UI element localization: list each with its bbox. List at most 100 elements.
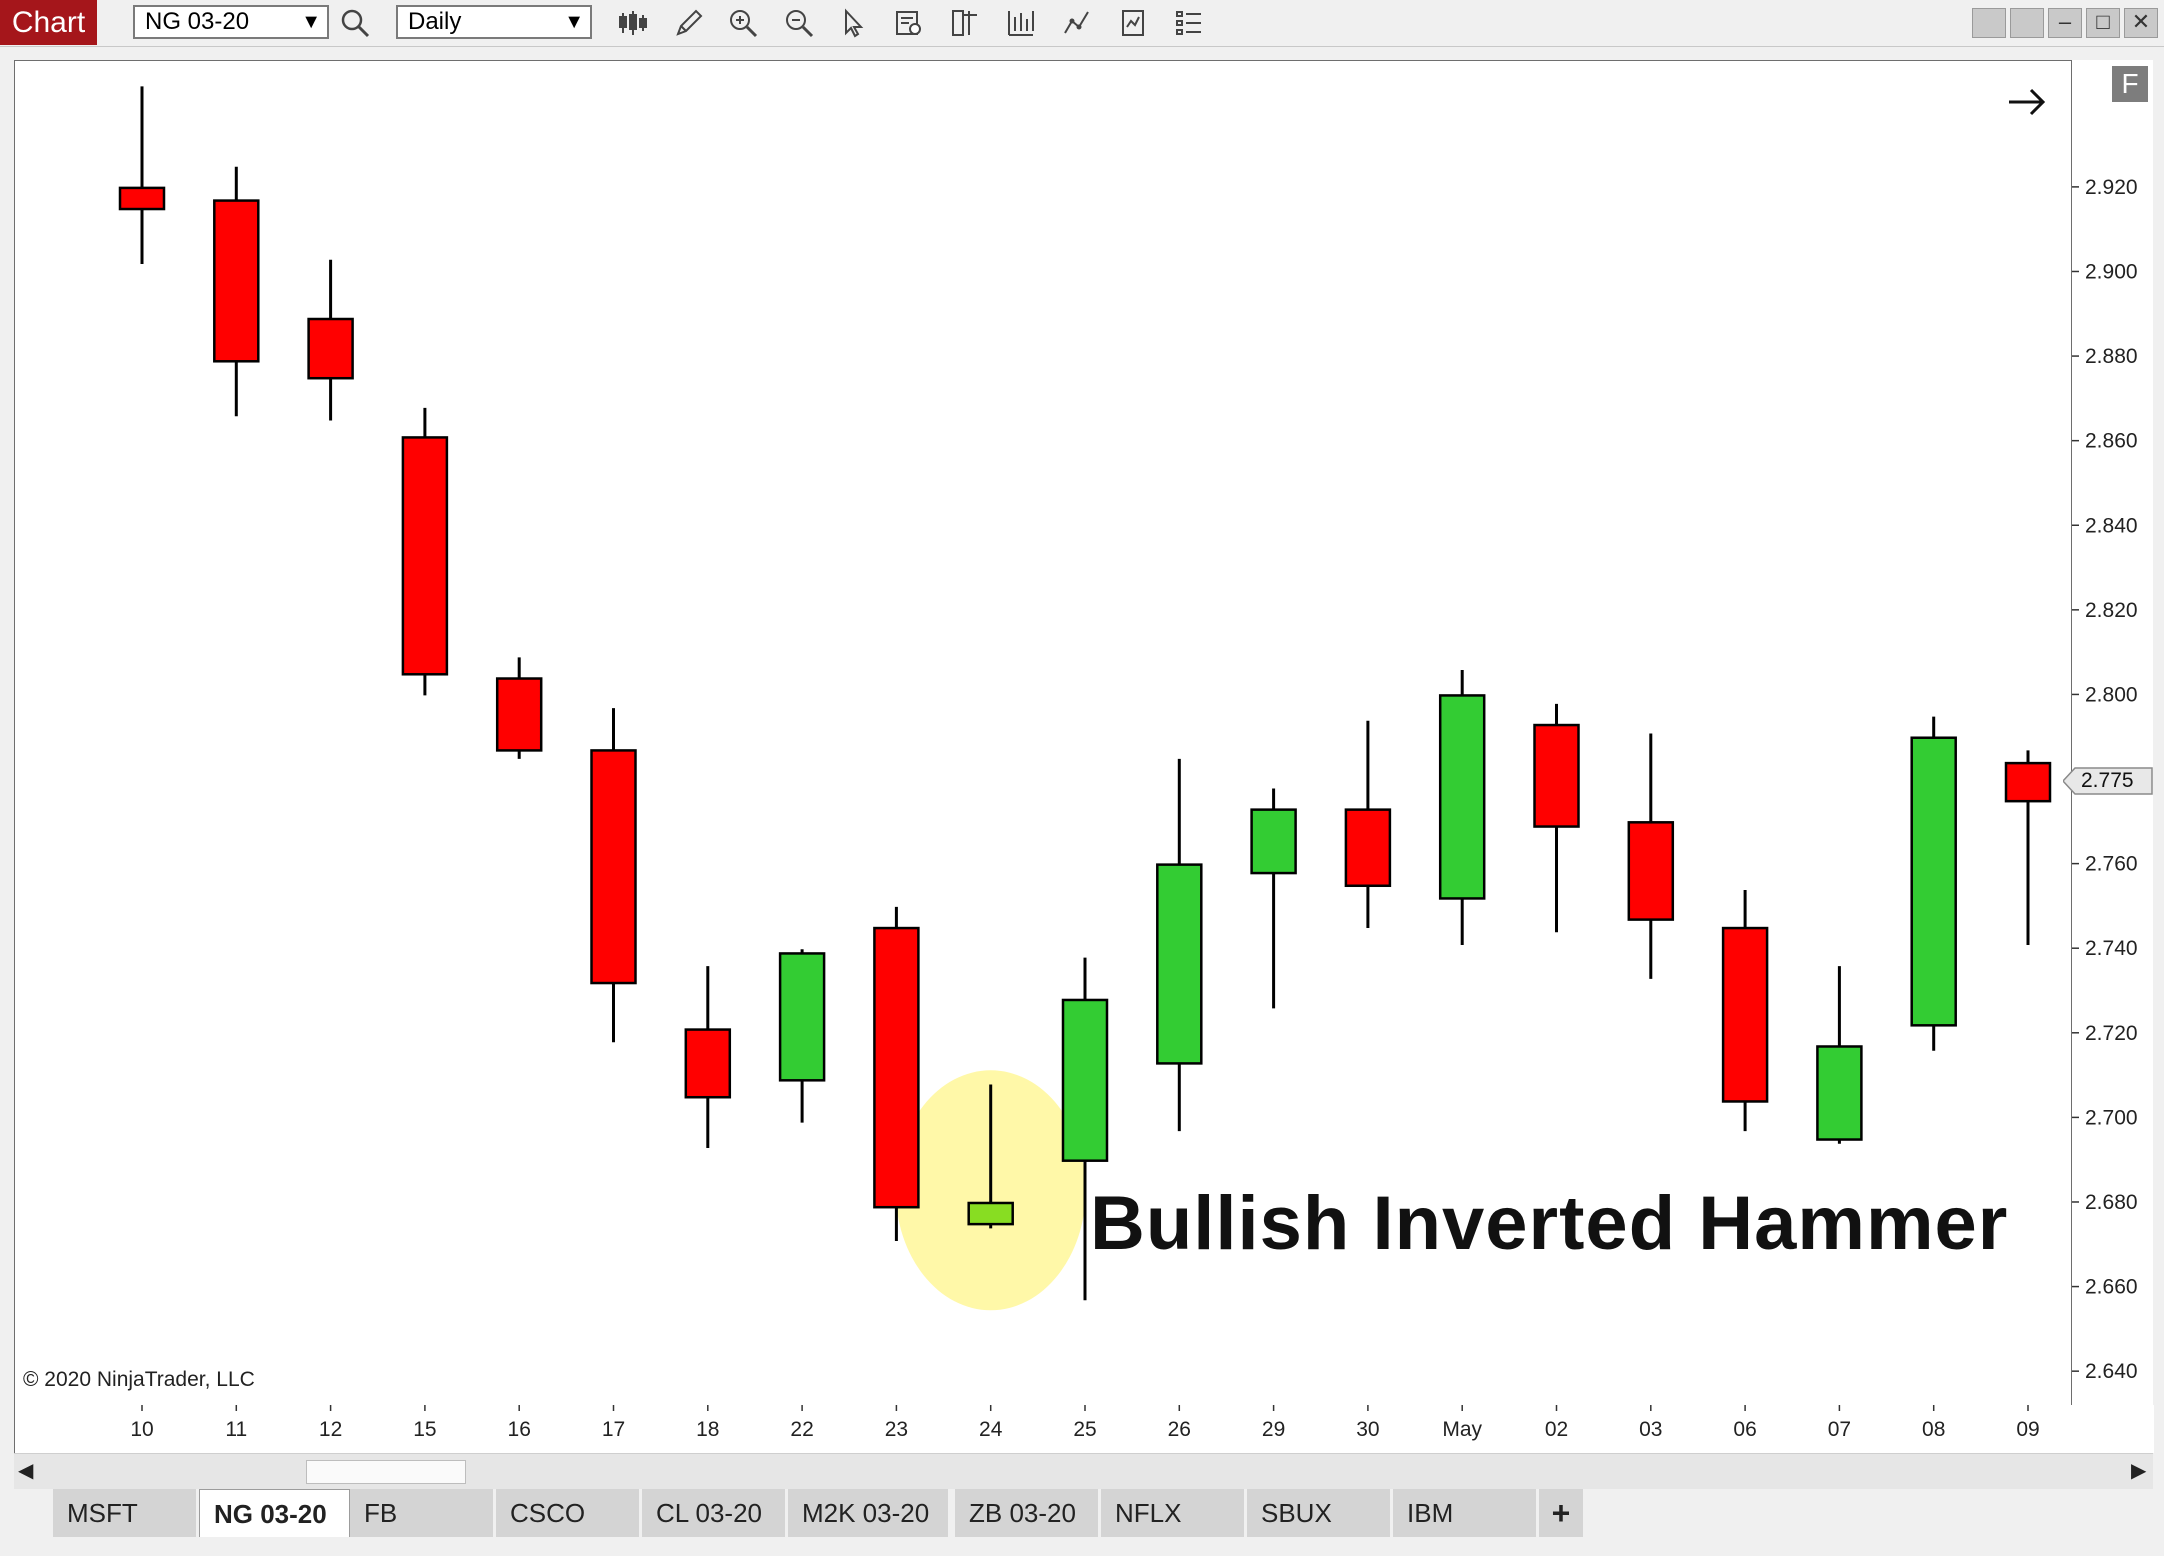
price-tick-label: 2.860 (2085, 430, 2138, 453)
candle-body (967, 1201, 1014, 1226)
candle-body (2004, 761, 2052, 803)
tab-m2k-03-20[interactable]: M2K 03-20 (788, 1489, 948, 1537)
minimize-icon[interactable]: – (2048, 8, 2082, 38)
time-axis[interactable]: 10 11 12 15 16 17 18 22 23 24 25 26 29 30 May 02 03 06 07 0… (14, 1405, 2154, 1453)
pointer-icon[interactable] (834, 4, 872, 42)
time-tick-label: 17 (602, 1418, 625, 1441)
candle-body (590, 749, 637, 985)
candle-body (213, 199, 260, 363)
zoom-out-icon[interactable] (780, 4, 818, 42)
instrument-tab-bar: MSFT NG 03-20 FB CSCO CL 03-20 M2K 03-20… (0, 1489, 2164, 1556)
time-tick-label: May (1442, 1418, 1482, 1441)
data-box-icon[interactable] (890, 4, 928, 42)
pattern-annotation: Bullish Inverted Hammer (1090, 1181, 2009, 1266)
time-tick-label: 02 (1545, 1418, 1568, 1441)
candle-body (1438, 694, 1486, 900)
time-tick-label: 08 (1922, 1418, 1945, 1441)
candle-body (1156, 863, 1203, 1065)
time-tick-label: 24 (979, 1418, 1003, 1441)
candle-body (684, 1028, 732, 1099)
scroll-thumb[interactable] (306, 1460, 466, 1484)
time-tick-label: 12 (319, 1418, 342, 1441)
time-axis-ticks: 10 11 12 15 16 17 18 22 23 24 25 26 29 30 May 02 03 06 07 0… (130, 1405, 2040, 1441)
interval-selector[interactable]: Daily ▼ (396, 5, 592, 39)
time-tick-label: 15 (413, 1418, 436, 1441)
tab-zb-03-20[interactable]: ZB 03-20 (955, 1489, 1098, 1537)
price-tick-label: 2.820 (2085, 599, 2138, 622)
time-tick-label: 23 (885, 1418, 908, 1441)
interval-selector-value: Daily (408, 8, 462, 35)
scroll-right-icon[interactable]: ▶ (2131, 1458, 2146, 1483)
price-tick-label: 2.800 (2085, 683, 2138, 706)
instrument-selector-value: NG 03-20 (145, 8, 250, 35)
candle-body (778, 952, 826, 1082)
link-icon-2[interactable] (2010, 8, 2044, 38)
price-axis-ticks: 2.6402.6602.6802.7002.7202.7402.7602.780… (2071, 60, 2138, 1405)
price-tick-label: 2.640 (2085, 1360, 2138, 1383)
candle-body (1721, 926, 1769, 1103)
last-price-label: 2.775 (2081, 769, 2134, 792)
properties-icon[interactable] (1170, 4, 1208, 42)
time-tick-label: 07 (1828, 1418, 1851, 1441)
price-axis[interactable]: 2.6402.6602.6802.7002.7202.7402.7602.780… (2071, 60, 2153, 1405)
chevron-down-icon: ▼ (301, 11, 321, 33)
time-tick-label: 18 (696, 1418, 719, 1441)
candle-body (1910, 736, 1957, 1027)
pencil-icon[interactable] (670, 4, 708, 42)
chart-trader-icon[interactable] (946, 4, 984, 42)
price-tick-label: 2.680 (2085, 1191, 2138, 1214)
time-tick-label: 29 (1262, 1418, 1285, 1441)
tab-ng-03-20[interactable]: NG 03-20 (199, 1489, 350, 1537)
candle-body (307, 317, 354, 380)
tab-csco[interactable]: CSCO (496, 1489, 639, 1537)
chart-toolbar: Chart NG 03-20 ▼ Daily ▼ – □ ✕ (0, 0, 2164, 47)
candle-body (118, 186, 166, 211)
time-tick-label: 09 (2016, 1418, 2039, 1441)
candle-body (1250, 808, 1297, 875)
tab-fb[interactable]: FB (350, 1489, 493, 1537)
scroll-left-icon[interactable]: ◀ (18, 1458, 33, 1483)
time-tick-label: 25 (1073, 1418, 1096, 1441)
indicators-icon[interactable] (1002, 4, 1040, 42)
time-tick-label: 30 (1356, 1418, 1379, 1441)
horizontal-scrollbar[interactable]: ◀ ▶ (14, 1453, 2153, 1490)
price-tick-label: 2.900 (2085, 260, 2138, 283)
chart-title-badge: Chart (0, 0, 97, 45)
arrow-right-icon[interactable] (2005, 82, 2049, 127)
price-tick-label: 2.840 (2085, 514, 2138, 537)
time-tick-label: 11 (225, 1418, 247, 1441)
last-price-marker: 2.775 (2063, 767, 2153, 795)
tab-sbux[interactable]: SBUX (1247, 1489, 1390, 1537)
templates-icon[interactable] (1114, 4, 1152, 42)
price-tick-label: 2.720 (2085, 1022, 2138, 1045)
f-badge[interactable]: F (2112, 66, 2148, 102)
link-icon[interactable] (1972, 8, 2006, 38)
time-tick-label: 03 (1639, 1418, 1662, 1441)
time-tick-label: 22 (790, 1418, 813, 1441)
candle-body (873, 926, 920, 1209)
tab-ibm[interactable]: IBM (1393, 1489, 1536, 1537)
candle-body (1627, 821, 1675, 921)
price-tick-label: 2.760 (2085, 853, 2138, 876)
price-tick-label: 2.700 (2085, 1106, 2138, 1129)
time-tick-label: 06 (1733, 1418, 1756, 1441)
price-tick-label: 2.880 (2085, 345, 2138, 368)
chevron-down-icon: ▼ (564, 11, 584, 33)
add-tab-button[interactable]: + (1539, 1489, 1583, 1537)
price-tick-label: 2.740 (2085, 937, 2138, 960)
instrument-selector[interactable]: NG 03-20 ▼ (133, 5, 329, 39)
time-tick-label: 10 (130, 1418, 153, 1441)
candle-body (1061, 998, 1109, 1162)
candle-body (1344, 808, 1392, 888)
tab-nflx[interactable]: NFLX (1101, 1489, 1244, 1537)
zoom-in-icon[interactable] (724, 4, 762, 42)
price-tick-label: 2.660 (2085, 1276, 2138, 1299)
price-tick-label: 2.920 (2085, 176, 2138, 199)
maximize-icon[interactable]: □ (2086, 8, 2120, 38)
search-icon[interactable] (336, 4, 374, 42)
tab-msft[interactable]: MSFT (53, 1489, 196, 1537)
close-icon[interactable]: ✕ (2124, 8, 2158, 38)
tab-cl-03-20[interactable]: CL 03-20 (642, 1489, 785, 1537)
strategies-icon[interactable] (1058, 4, 1096, 42)
bar-type-icon[interactable] (614, 4, 652, 42)
